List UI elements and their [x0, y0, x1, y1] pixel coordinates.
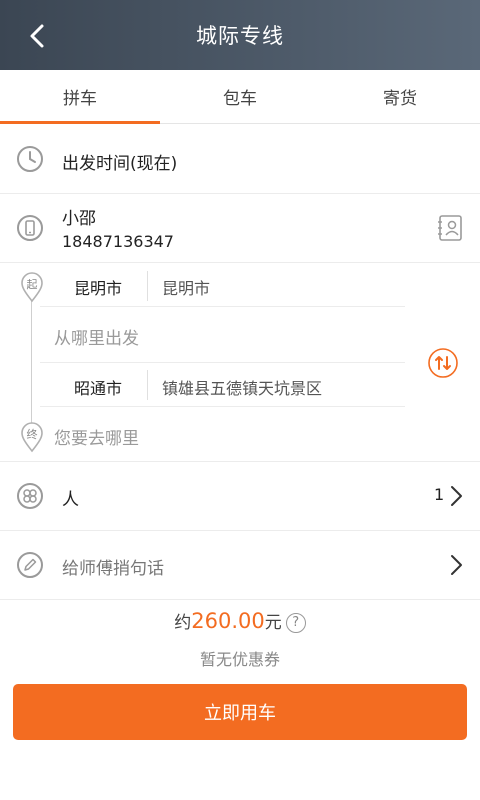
tab-label: 拼车: [63, 89, 97, 109]
chevron-right-icon: [448, 484, 464, 508]
divider: [40, 406, 405, 407]
end-marker-text: 终: [26, 428, 38, 441]
service-tabs: 拼车 包车 寄货: [0, 70, 480, 124]
end-city-selector[interactable]: 昭通市: [74, 375, 122, 399]
pencil-icon: [16, 551, 44, 579]
page-title: 城际专线: [196, 24, 284, 48]
start-city-value[interactable]: 昆明市: [162, 275, 210, 299]
start-marker-text: 起: [26, 278, 38, 291]
tab-delivery[interactable]: 寄货: [320, 70, 480, 123]
end-city-value[interactable]: 镇雄县五德镇天坑景区: [162, 375, 322, 399]
swap-route-icon[interactable]: [427, 347, 459, 379]
price-unit: 元: [264, 613, 282, 633]
route-block: 起 终 昆明市 昆明市 从哪里出发 昭通市 镇雄县五德镇天坑景区 您要去哪里: [0, 263, 480, 461]
departure-time-label: 出发时间(现在): [62, 154, 178, 174]
passenger-row[interactable]: 人 1: [0, 462, 480, 530]
end-pin-icon: 终: [19, 421, 45, 453]
price-amount: 260.00: [191, 609, 265, 633]
divider: [0, 599, 480, 600]
price-help-icon[interactable]: ?: [285, 613, 306, 633]
tab-carpool[interactable]: 拼车: [0, 70, 160, 124]
message-input[interactable]: 给师傅捎句话: [62, 554, 164, 579]
back-icon[interactable]: [22, 20, 54, 52]
contacts-book-icon[interactable]: [436, 214, 464, 242]
contact-phone: 18487136347: [62, 232, 174, 251]
tab-label: 包车: [223, 89, 257, 109]
start-pin-icon: 起: [19, 271, 45, 303]
chevron-right-icon: [448, 553, 464, 577]
tab-label: 寄货: [383, 89, 417, 109]
message-row[interactable]: 给师傅捎句话: [0, 531, 480, 599]
app-header: 城际专线: [0, 0, 480, 70]
divider: [40, 362, 405, 363]
start-city-selector[interactable]: 昆明市: [74, 275, 122, 299]
contact-name: 小邵: [62, 209, 96, 229]
separator: [147, 370, 148, 400]
clock-icon: [16, 145, 44, 173]
price-estimate: 约260.00元?: [0, 608, 480, 633]
price-prefix: 约: [174, 613, 192, 633]
submit-button[interactable]: 立即用车: [13, 684, 467, 740]
contact-row[interactable]: 小邵 18487136347: [0, 194, 480, 262]
departure-input[interactable]: 从哪里出发: [54, 324, 139, 349]
people-icon: [16, 482, 44, 510]
destination-input[interactable]: 您要去哪里: [54, 424, 139, 449]
coupon-status[interactable]: 暂无优惠券: [0, 646, 480, 670]
route-line: [31, 297, 32, 427]
phone-icon: [16, 214, 44, 242]
divider: [40, 306, 405, 307]
departure-time-row[interactable]: 出发时间(现在): [0, 125, 480, 193]
separator: [147, 271, 148, 301]
tab-charter[interactable]: 包车: [160, 70, 320, 123]
passenger-label: 人: [62, 490, 79, 510]
passenger-count: 1: [434, 485, 445, 504]
